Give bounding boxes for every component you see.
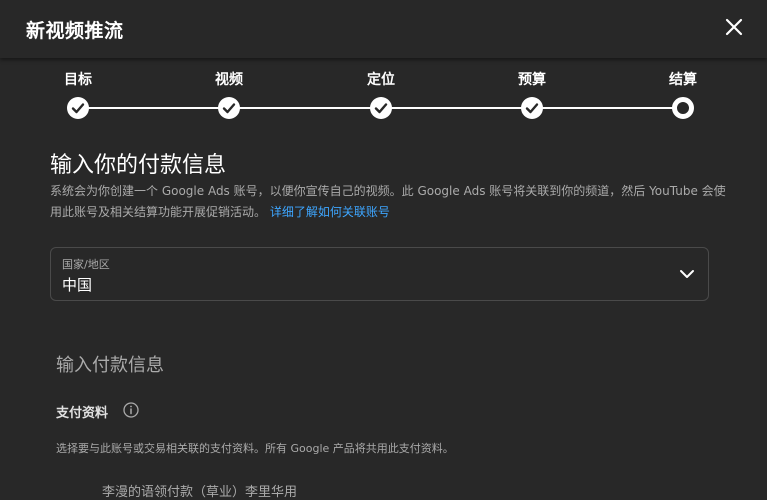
payment-profile-label: 支付资料 (56, 406, 109, 421)
learn-more-link[interactable]: 详细了解如何关联账号 (270, 205, 390, 219)
step-checkout[interactable]: 结算 (643, 70, 723, 119)
info-icon[interactable] (122, 401, 140, 419)
step-label: 视频 (215, 72, 243, 88)
step-check-icon (521, 97, 543, 119)
country-label: 国家/地区 (62, 258, 110, 271)
step-label: 定位 (367, 72, 395, 88)
payment-profile-description: 选择要与此账号或交易相关联的支付资料。所有 Google 产品将共用此支付资料。 (56, 442, 454, 455)
country-select[interactable]: 国家/地区 中国 (50, 247, 709, 301)
close-button[interactable] (722, 15, 746, 39)
payment-option-text: 李漫的语领付款（草业）李里华用 (102, 485, 298, 500)
step-label: 结算 (669, 72, 697, 88)
chevron-down-icon (680, 270, 694, 278)
section-title: 输入你的付款信息 (50, 153, 227, 178)
country-value: 中国 (62, 276, 93, 294)
dialog-header: 新视频推流 (0, 0, 767, 58)
close-icon (725, 18, 743, 36)
step-check-icon (67, 97, 89, 119)
step-check-icon (370, 97, 392, 119)
step-goal[interactable]: 目标 (38, 70, 118, 119)
step-current-icon (672, 97, 694, 119)
payment-description: 系统会为你创建一个 Google Ads 账号，以便你宣传自己的视频。此 Goo… (50, 181, 730, 223)
payment-info-title: 输入付款信息 (56, 355, 164, 376)
step-targeting[interactable]: 定位 (341, 70, 421, 119)
progress-stepper: 目标 视频 定位 预算 结算 (0, 70, 767, 130)
step-video[interactable]: 视频 (189, 70, 269, 119)
step-budget[interactable]: 预算 (492, 70, 572, 119)
step-check-icon (218, 97, 240, 119)
step-label: 目标 (64, 72, 92, 88)
step-label: 预算 (518, 72, 546, 88)
dialog-title: 新视频推流 (26, 20, 124, 42)
